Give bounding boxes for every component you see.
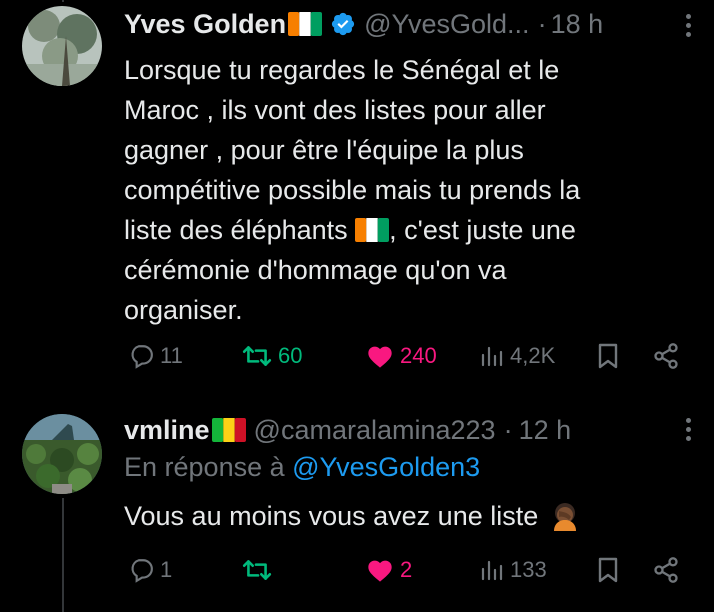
thread-line-top — [62, 0, 64, 2]
timestamp[interactable]: 12 h — [519, 415, 572, 446]
avatar-yves-golden[interactable] — [22, 6, 102, 86]
reply-mention-link[interactable]: @YvesGolden3 — [292, 452, 480, 482]
share-button[interactable] — [652, 552, 680, 588]
retweet-button[interactable] — [242, 552, 272, 588]
facepalm-emoji-icon — [550, 501, 580, 531]
tweet-text-line: Vous au moins vous avez une liste — [124, 501, 539, 531]
share-icon — [654, 557, 678, 583]
retweet-icon — [242, 560, 272, 580]
avatar-vmline[interactable] — [22, 414, 102, 494]
like-button[interactable]: 2 — [366, 552, 412, 588]
views-chart-icon — [481, 560, 503, 581]
reply-count: 1 — [160, 557, 173, 582]
reply-prefix: En réponse à — [124, 452, 285, 482]
tweet-2-header: vmline @camaralamina223 · 12 h — [124, 410, 684, 450]
reply-context: En réponse à @YvesGolden3 — [124, 452, 480, 483]
separator-dot: · — [503, 414, 513, 445]
heart-filled-icon — [368, 560, 392, 582]
author-handle[interactable]: @camaralamina223 — [254, 415, 496, 446]
like-count: 2 — [400, 557, 413, 582]
tweet-2[interactable]: vmline @camaralamina223 · 12 h En répons… — [124, 0, 714, 612]
more-options-icon[interactable] — [684, 418, 692, 444]
bookmark-button[interactable] — [596, 552, 620, 588]
bookmark-icon — [598, 557, 618, 583]
tweet-2-actions: 1 2 133 — [124, 552, 714, 588]
reply-icon — [131, 559, 153, 583]
reply-button[interactable]: 1 — [128, 552, 172, 588]
views-button[interactable]: 133 — [480, 552, 547, 588]
ml-flag-icon — [211, 418, 246, 442]
thread-line-bottom — [62, 498, 64, 612]
author-name[interactable]: vmline — [124, 415, 210, 446]
views-count: 133 — [510, 557, 547, 582]
tweet-text: Vous au moins vous avez une liste — [124, 496, 684, 536]
